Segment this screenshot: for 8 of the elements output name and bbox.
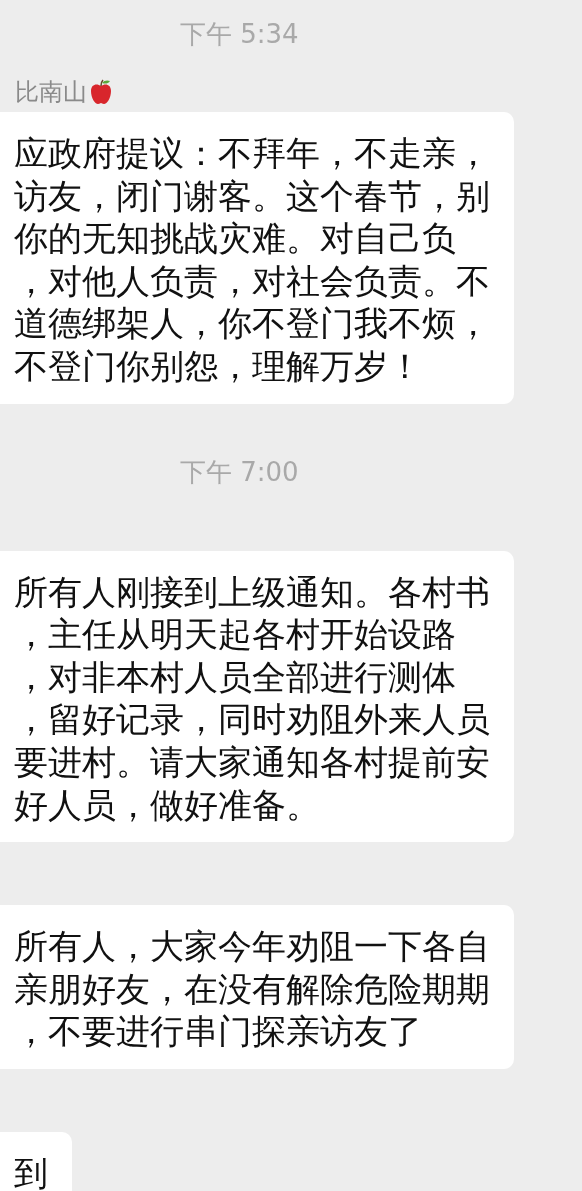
timestamp: 下午 5:34: [180, 17, 299, 51]
sender-name: 比南山: [15, 77, 87, 108]
message-text: 所有人刚接到上级通知。各村书 ，主任从明天起各村开始设路 ，对非本村人员全部进行测体 ，留好记录，同时劝阻外来人员 要进村。请大家通知各村提前安 好人员，做好准备。: [14, 570, 490, 827]
apple-icon: [89, 79, 113, 105]
message-text: 到: [14, 1151, 48, 1191]
message-text: 所有人，大家今年劝阻一下各自 亲朋好友，在没有解除危险期期 ，不要进行串门探亲访友了: [14, 925, 490, 1053]
message-text: 应政府提议：不拜年，不走亲， 访友，闭门谢客。这个春节，别 你的无知挑战灾难。对自己负 ，对他人负责，对社会负责。不 道德绑架人，你不登门我不烦， 不登门你别怨，理解万岁！: [14, 132, 490, 388]
timestamp: 下午 7:00: [180, 456, 299, 490]
